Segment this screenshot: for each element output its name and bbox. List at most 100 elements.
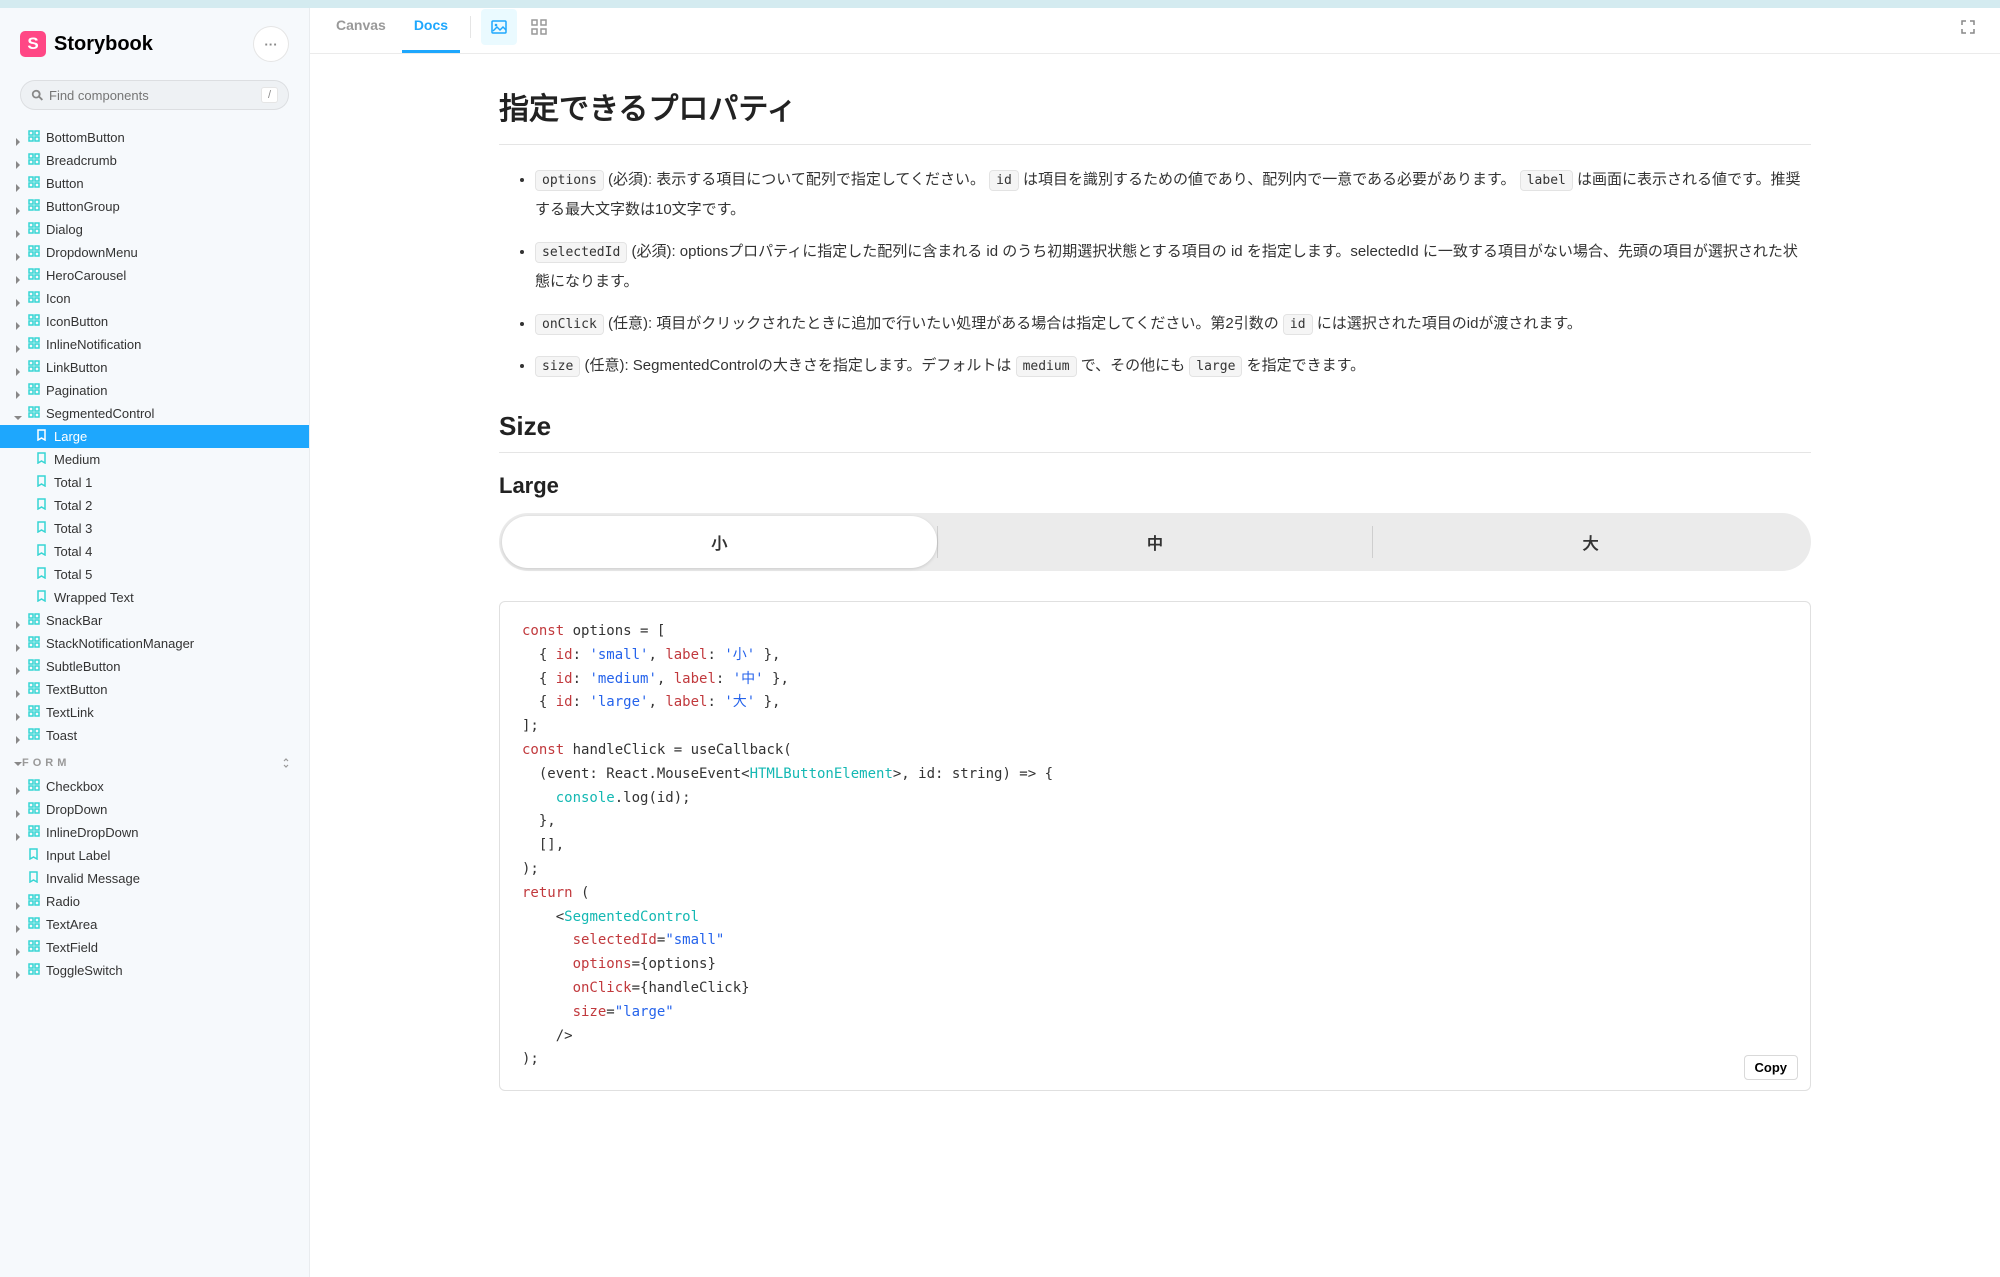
sidebar-story-total-2[interactable]: Total 2	[0, 494, 309, 517]
sidebar-component-dropdown[interactable]: DropDown	[0, 798, 309, 821]
sidebar-component-breadcrumb[interactable]: Breadcrumb	[0, 149, 309, 172]
prop-code: size	[535, 356, 580, 377]
sidebar-component-subtlebutton[interactable]: SubtleButton	[0, 655, 309, 678]
sidebar-component-toggleswitch[interactable]: ToggleSwitch	[0, 959, 309, 982]
sidebar-component-iconbutton[interactable]: IconButton	[0, 310, 309, 333]
component-icon	[28, 728, 40, 743]
component-icon	[28, 337, 40, 352]
component-icon	[28, 894, 40, 909]
tree-label: HeroCarousel	[46, 268, 126, 283]
sidebar-component-inlinedropdown[interactable]: InlineDropDown	[0, 821, 309, 844]
brand[interactable]: S Storybook	[20, 31, 153, 57]
segmented-control: 小 中 大	[499, 513, 1811, 571]
sidebar-component-toast[interactable]: Toast	[0, 724, 309, 747]
sidebar-story-input-label[interactable]: Input Label	[0, 844, 309, 867]
seg-item-large[interactable]: 大	[1373, 516, 1808, 568]
component-icon	[28, 802, 40, 817]
tree-label: DropDown	[46, 802, 107, 817]
component-icon	[28, 659, 40, 674]
tree-label: LinkButton	[46, 360, 107, 375]
topbar: Canvas Docs	[310, 0, 2000, 54]
sidebar-story-total-1[interactable]: Total 1	[0, 471, 309, 494]
fullscreen-icon	[1961, 20, 1975, 34]
prop-code: label	[1520, 170, 1573, 191]
component-icon	[28, 153, 40, 168]
fullscreen-button[interactable]	[1950, 9, 1986, 45]
menu-button[interactable]: ···	[253, 26, 289, 62]
copy-button[interactable]: Copy	[1744, 1055, 1799, 1080]
prop-code: id	[1283, 314, 1313, 335]
component-icon	[28, 314, 40, 329]
seg-item-small[interactable]: 小	[502, 516, 937, 568]
search-shortcut: /	[261, 87, 278, 103]
story-icon	[28, 848, 40, 863]
sidebar-component-dialog[interactable]: Dialog	[0, 218, 309, 241]
tree-label: ButtonGroup	[46, 199, 120, 214]
component-icon	[28, 222, 40, 237]
component-icon	[28, 613, 40, 628]
grid-icon	[531, 19, 547, 35]
sidebar-story-total-5[interactable]: Total 5	[0, 563, 309, 586]
props-list: options (必須): 表示する項目について配列で指定してください。 id …	[499, 165, 1811, 381]
tool-snapshot[interactable]	[481, 9, 517, 45]
component-icon	[28, 682, 40, 697]
prop-code: options	[535, 170, 604, 191]
sidebar-component-radio[interactable]: Radio	[0, 890, 309, 913]
sidebar-component-inlinenotification[interactable]: InlineNotification	[0, 333, 309, 356]
tree-label: SubtleButton	[46, 659, 120, 674]
sidebar-component-dropdownmenu[interactable]: DropdownMenu	[0, 241, 309, 264]
sidebar-component-textfield[interactable]: TextField	[0, 936, 309, 959]
tree-label: Large	[54, 429, 87, 444]
sidebar-component-icon[interactable]: Icon	[0, 287, 309, 310]
tree-label: StackNotificationManager	[46, 636, 194, 651]
sidebar-header: S Storybook ···	[0, 8, 309, 72]
prop-code: medium	[1016, 356, 1077, 377]
sidebar-component-pagination[interactable]: Pagination	[0, 379, 309, 402]
component-icon	[28, 360, 40, 375]
sidebar-story-invalid-message[interactable]: Invalid Message	[0, 867, 309, 890]
divider	[499, 144, 1811, 145]
tool-grid[interactable]	[521, 9, 557, 45]
brand-name: Storybook	[54, 33, 153, 56]
tree-label: IconButton	[46, 314, 108, 329]
tree-label: Total 3	[54, 521, 92, 536]
sidebar-story-large[interactable]: Large	[0, 425, 309, 448]
seg-item-medium[interactable]: 中	[938, 516, 1373, 568]
tree-label: Total 5	[54, 567, 92, 582]
sidebar-component-button[interactable]: Button	[0, 172, 309, 195]
section-title-props: 指定できるプロパティ	[499, 84, 1811, 128]
story-icon	[36, 498, 48, 513]
component-icon	[28, 779, 40, 794]
sidebar-component-textbutton[interactable]: TextButton	[0, 678, 309, 701]
story-icon	[36, 475, 48, 490]
sidebar-component-snackbar[interactable]: SnackBar	[0, 609, 309, 632]
tree-label: Button	[46, 176, 84, 191]
search-field[interactable]	[49, 88, 255, 103]
search-input[interactable]: /	[20, 80, 289, 110]
sidebar-component-buttongroup[interactable]: ButtonGroup	[0, 195, 309, 218]
component-icon	[28, 130, 40, 145]
sidebar-component-textlink[interactable]: TextLink	[0, 701, 309, 724]
sidebar-component-checkbox[interactable]: Checkbox	[0, 775, 309, 798]
tree-label: TextLink	[46, 705, 94, 720]
tree-label: Checkbox	[46, 779, 104, 794]
component-icon	[28, 268, 40, 283]
sidebar-story-total-4[interactable]: Total 4	[0, 540, 309, 563]
code-block[interactable]: const options = [ { id: 'small', label: …	[499, 601, 1811, 1091]
docs-content[interactable]: 指定できるプロパティ options (必須): 表示する項目について配列で指定…	[310, 54, 2000, 1277]
story-icon	[36, 429, 48, 444]
sidebar-component-textarea[interactable]: TextArea	[0, 913, 309, 936]
tree-label: InlineDropDown	[46, 825, 139, 840]
sidebar-component-bottombutton[interactable]: BottomButton	[0, 126, 309, 149]
sidebar-component-stacknotificationmanager[interactable]: StackNotificationManager	[0, 632, 309, 655]
sidebar-story-wrapped-text[interactable]: Wrapped Text	[0, 586, 309, 609]
sidebar-component-linkbutton[interactable]: LinkButton	[0, 356, 309, 379]
sidebar-section-form[interactable]: FORM	[0, 747, 309, 775]
tree-label: Invalid Message	[46, 871, 140, 886]
sidebar-component-herocarousel[interactable]: HeroCarousel	[0, 264, 309, 287]
sidebar-component-segmentedcontrol[interactable]: SegmentedControl	[0, 402, 309, 425]
tree-label: Medium	[54, 452, 100, 467]
sidebar-story-total-3[interactable]: Total 3	[0, 517, 309, 540]
sidebar-story-medium[interactable]: Medium	[0, 448, 309, 471]
tree-label: DropdownMenu	[46, 245, 138, 260]
